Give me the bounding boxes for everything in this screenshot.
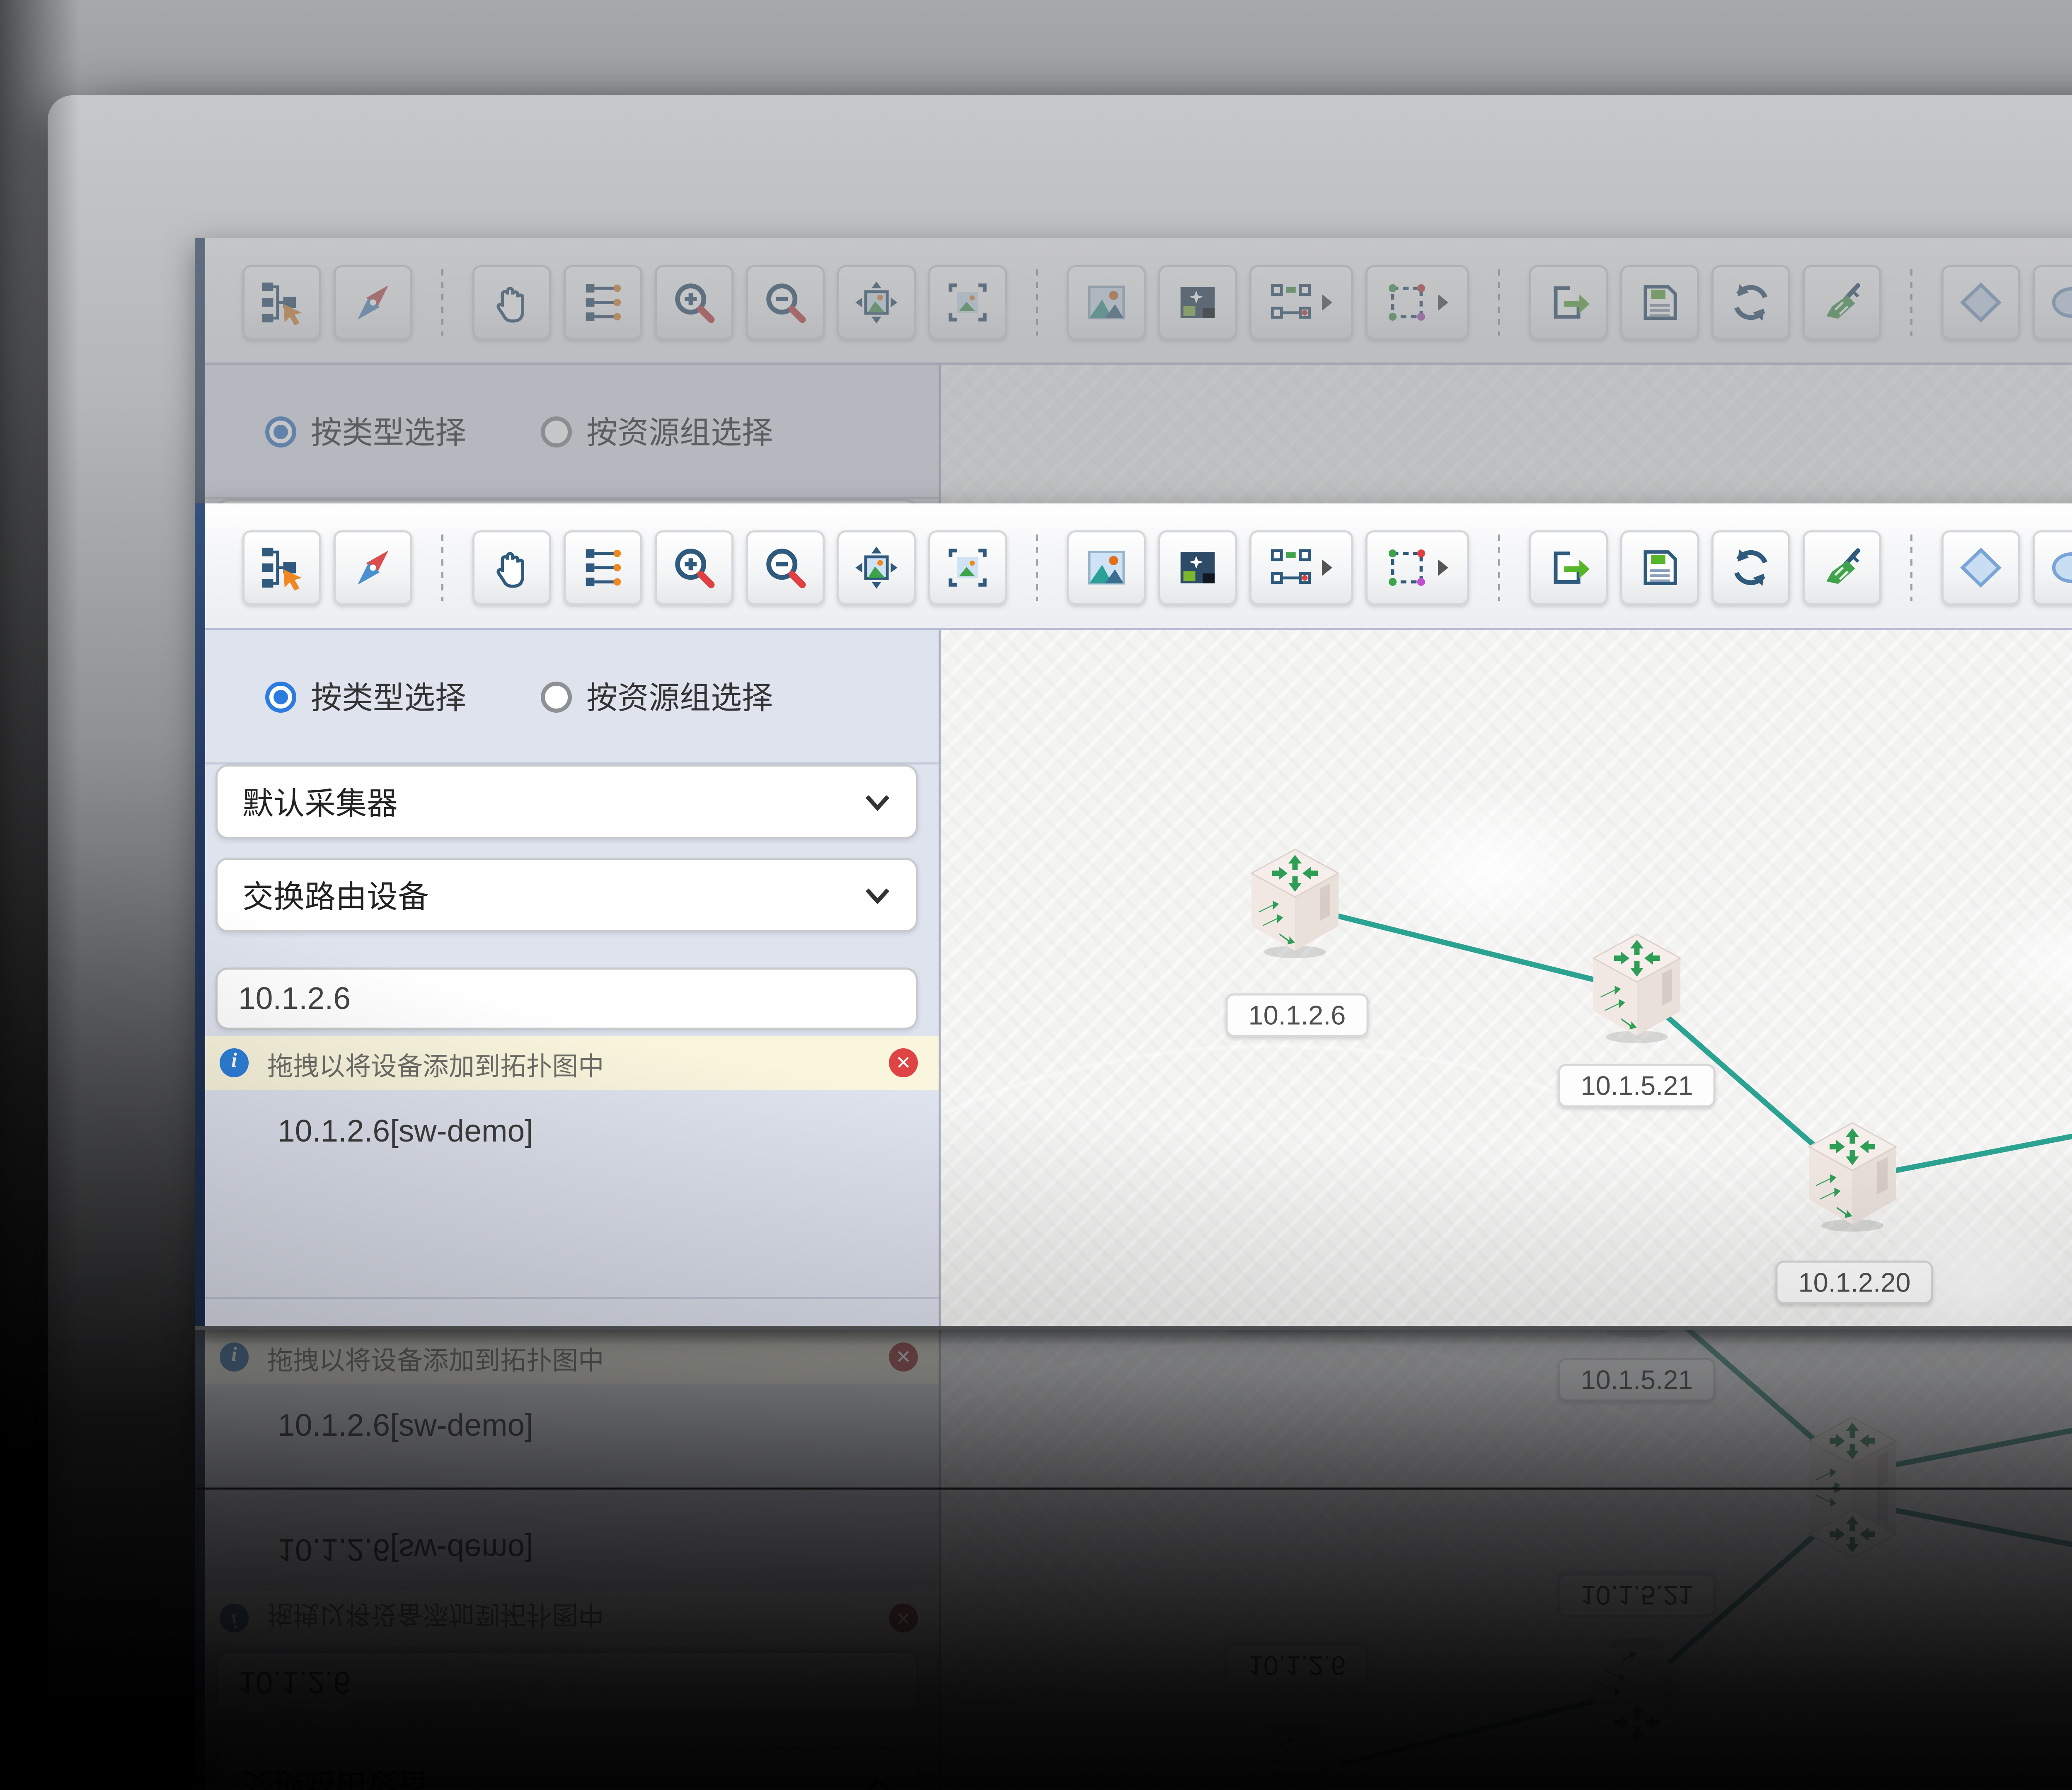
radio-by-type[interactable]: 按类型选择 (265, 675, 466, 718)
hierarchy-layout-button[interactable] (564, 530, 642, 605)
shape-diamond-button[interactable] (1941, 530, 2020, 605)
hand-icon (489, 545, 535, 590)
window-body: 按类型选择 按资源组选择 默认采集器 交换路由设备 (195, 630, 2072, 1326)
select-area-button[interactable] (928, 530, 1007, 605)
save-icon (1637, 545, 1682, 590)
shape-ellipse-button[interactable] (2033, 530, 2072, 605)
radio-checked-icon (265, 681, 296, 712)
zoom-in-button[interactable] (655, 530, 733, 605)
device-type-select-value: 交换路由设备 (242, 873, 429, 917)
toolbar-separator (1036, 535, 1038, 601)
export-button[interactable] (1529, 530, 1608, 605)
select-image-icon (945, 545, 990, 590)
topology-node[interactable] (1245, 843, 1345, 959)
topology-canvas[interactable]: 10.1.2.610.1.5.2110.1.2.2010.1.5.18 (941, 630, 2072, 1326)
topology-editor-window: 切换到运行态 按类型选择 按资源组选择 默认采集器 (195, 503, 2072, 1330)
fit-image-icon (854, 545, 899, 590)
topology-node[interactable] (1803, 1117, 1902, 1233)
radio-unchecked-icon (541, 681, 572, 712)
device-panel: 按类型选择 按资源组选择 默认采集器 交换路由设备 (195, 630, 941, 1326)
topology-links (941, 630, 2072, 1326)
picture-dark-icon (1175, 545, 1220, 590)
pan-button[interactable] (472, 530, 551, 605)
chevron-down-icon (864, 886, 891, 905)
ellipse-icon (2049, 545, 2072, 590)
node-label: 10.1.2.20 (1775, 1261, 1933, 1304)
device-result-item[interactable]: 10.1.2.6[sw-demo] (195, 1115, 939, 1150)
cascade-window-strip: 切换到运行态 按类型选择 按资源组选择 默认采集器 (195, 1326, 2072, 1488)
info-icon: i (220, 1048, 249, 1077)
zoom-in-icon (671, 545, 717, 590)
drag-hint-bar: i 拖拽以将设备添加到拓扑图中 ✕ (195, 1036, 939, 1090)
compass-button[interactable] (334, 530, 412, 605)
reflection-dim-overlay (195, 1488, 2072, 1790)
window-left-edge (195, 503, 205, 1326)
diamond-icon (1958, 545, 2004, 590)
hierarchy-icon (580, 545, 626, 590)
refresh-icon (1728, 545, 1774, 590)
device-type-select[interactable]: 交换路由设备 (215, 858, 918, 932)
multi-select-mode-button[interactable] (1365, 530, 1469, 605)
close-icon[interactable]: ✕ (889, 1048, 918, 1077)
collector-select-value: 默认采集器 (242, 780, 398, 824)
window-content: 切换到运行态 按类型选择 按资源组选择 默认采集器 (195, 503, 2072, 1326)
radio-by-type-label: 按类型选择 (311, 675, 466, 718)
reflection-clone-slot: 切换到运行态 按类型选择 按资源组选择 默认采集器 (195, 1488, 2072, 1790)
auto-layout-button[interactable] (1249, 530, 1353, 605)
window-reflection: 切换到运行态 按类型选择 按资源组选择 默认采集器 (195, 1488, 2072, 1790)
caret-right-icon (1436, 557, 1450, 578)
back-window-clone-slot: 切换到运行态 按类型选择 按资源组选择 默认采集器 (195, 238, 2072, 503)
toolbar-separator (441, 535, 443, 601)
switch-device-icon (1587, 928, 1687, 1044)
select-device-button[interactable] (242, 530, 321, 605)
collector-select[interactable]: 默认采集器 (215, 764, 918, 839)
background-dark-button[interactable] (1158, 530, 1237, 605)
switch-device-icon (1245, 843, 1345, 959)
zoom-out-button[interactable] (746, 530, 825, 605)
node-label: 10.1.2.6 (1226, 994, 1369, 1037)
refresh-button[interactable] (1711, 530, 1790, 605)
fit-view-button[interactable] (837, 530, 916, 605)
marquee-icon (1384, 545, 1430, 590)
topology-node[interactable] (1587, 928, 1687, 1044)
broom-icon (1819, 545, 1865, 590)
drag-hint-text: 拖拽以将设备添加到拓扑图中 (267, 1043, 870, 1083)
background-image-button[interactable] (1067, 530, 1146, 605)
node-label: 10.1.5.21 (1558, 1064, 1716, 1108)
device-search-box (215, 968, 918, 1030)
strip-clone-slot: 切换到运行态 按类型选择 按资源组选择 默认采集器 (195, 1326, 2072, 1488)
tree-select-icon (259, 545, 305, 590)
caret-right-icon (1320, 557, 1334, 578)
toolbar: 切换到运行态 (195, 503, 2072, 630)
panel-divider (195, 1297, 939, 1299)
cascade-window-back: 切换到运行态 按类型选择 按资源组选择 默认采集器 (195, 238, 2072, 503)
presentation-screen: 切换到运行态 按类型选择 按资源组选择 默认采集器 (0, 0, 2072, 1790)
layout-icon (1268, 545, 1314, 590)
picture-icon (1084, 545, 1129, 590)
device-search-input[interactable] (218, 981, 916, 1016)
strip-dim-overlay (195, 1326, 2072, 1488)
clear-canvas-button[interactable] (1803, 530, 1881, 605)
back-window-dim-overlay (195, 238, 2072, 503)
radio-by-resource-group[interactable]: 按资源组选择 (541, 675, 773, 718)
compass-icon (350, 545, 396, 590)
zoom-out-icon (762, 545, 808, 590)
switch-device-icon (1803, 1117, 1902, 1233)
chevron-down-icon (864, 793, 891, 811)
save-button[interactable] (1620, 530, 1699, 605)
selection-mode-radios: 按类型选择 按资源组选择 (195, 630, 939, 764)
export-icon (1546, 545, 1591, 590)
radio-by-group-label: 按资源组选择 (586, 675, 773, 718)
toolbar-separator (1498, 535, 1500, 601)
toolbar-separator (1910, 535, 1912, 601)
